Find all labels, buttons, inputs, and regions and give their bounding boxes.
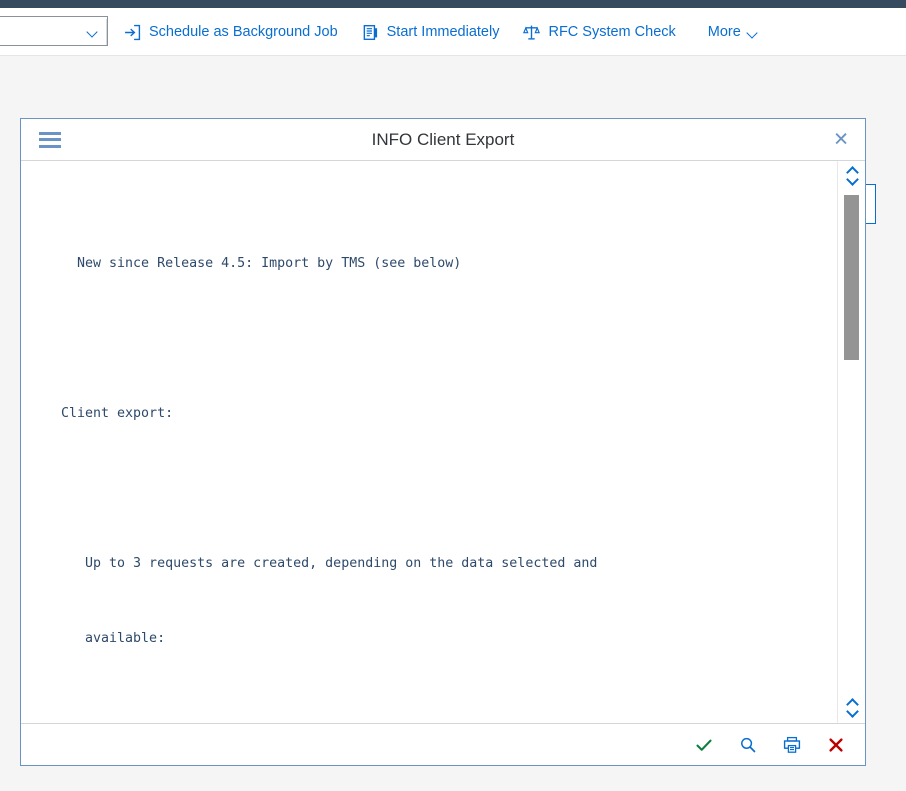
start-immediately-icon xyxy=(363,24,377,40)
rfc-system-check-icon xyxy=(523,25,541,40)
cancel-button[interactable] xyxy=(823,732,849,758)
vertical-scrollbar[interactable] xyxy=(837,161,865,723)
toolbar-divider xyxy=(106,18,107,45)
toolbar-actions: Schedule as Background Job Start Immedia… xyxy=(112,8,769,56)
chevron-down-icon xyxy=(748,29,759,36)
more-label: More xyxy=(707,24,741,40)
print-button[interactable] xyxy=(779,732,805,758)
rfc-system-check-button[interactable]: RFC System Check xyxy=(511,14,687,50)
profile-select-dropdown[interactable] xyxy=(0,16,108,46)
schedule-as-background-job-button[interactable]: Schedule as Background Job xyxy=(112,14,350,50)
checkmark-icon xyxy=(696,739,712,751)
dialog-body: New since Release 4.5: Import by TMS (se… xyxy=(21,161,865,723)
intro-line-2: available: xyxy=(61,631,166,646)
chevron-down-icon xyxy=(88,28,99,35)
client-export-heading: Client export: xyxy=(61,406,174,421)
close-x-icon xyxy=(829,737,843,752)
rfc-system-check-label: RFC System Check xyxy=(548,24,676,40)
dialog-title: INFO Client Export xyxy=(371,129,515,149)
shell-bar xyxy=(0,0,906,8)
chevron-down-icon[interactable] xyxy=(846,177,859,185)
scroll-arrows-top xyxy=(838,167,865,185)
schedule-job-icon xyxy=(125,24,141,40)
scroll-arrows-bottom xyxy=(838,699,865,717)
more-menu-button[interactable]: More xyxy=(698,14,769,50)
chevron-down-icon[interactable] xyxy=(846,709,859,717)
release-note-line: New since Release 4.5: Import by TMS (se… xyxy=(61,256,462,271)
app-root: Schedule as Background Job Start Immedia… xyxy=(0,0,906,791)
close-icon[interactable]: ✕ xyxy=(833,130,849,149)
dialog-header: INFO Client Export ✕ xyxy=(21,119,865,161)
hamburger-menu-icon[interactable] xyxy=(39,131,61,148)
scrollbar-track[interactable] xyxy=(844,193,859,691)
scrollbar-thumb[interactable] xyxy=(844,195,859,360)
dialog-footer xyxy=(21,723,865,765)
printer-icon xyxy=(783,736,801,753)
start-immediately-button[interactable]: Start Immediately xyxy=(350,14,512,50)
start-immediately-label: Start Immediately xyxy=(386,24,500,40)
confirm-button[interactable] xyxy=(691,732,717,758)
intro-line-1: Up to 3 requests are created, depending … xyxy=(61,556,598,571)
action-toolbar: Schedule as Background Job Start Immedia… xyxy=(0,8,906,56)
schedule-as-background-job-label: Schedule as Background Job xyxy=(149,24,338,40)
info-client-export-dialog: INFO Client Export ✕ New since Release 4… xyxy=(20,118,866,766)
document-text: New since Release 4.5: Import by TMS (se… xyxy=(21,161,837,723)
search-icon xyxy=(741,737,756,752)
search-button[interactable] xyxy=(735,732,761,758)
